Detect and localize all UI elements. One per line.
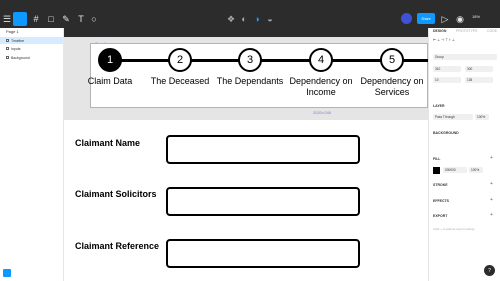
- frame-layer-icon: [6, 39, 9, 42]
- rectangle-layer-icon: [6, 56, 9, 59]
- claimant-reference-field[interactable]: [166, 239, 360, 268]
- claimant-solicitors-field[interactable]: [166, 187, 360, 216]
- h-field[interactable]: 135: [465, 77, 493, 83]
- group-field[interactable]: Group: [433, 54, 497, 60]
- export-hint: Click + to add an export setting: [433, 227, 475, 231]
- step-3-circle[interactable]: 3: [238, 48, 262, 72]
- view-icon[interactable]: ◉: [455, 11, 465, 27]
- opacity-field[interactable]: 100%: [475, 114, 489, 120]
- page-label[interactable]: Page 1: [6, 29, 19, 34]
- fill-opacity-field[interactable]: 100%: [469, 167, 483, 173]
- shape-icon[interactable]: □: [46, 11, 56, 27]
- add-effect-icon[interactable]: +: [490, 197, 493, 203]
- fill-icon[interactable]: ◑: [252, 11, 262, 27]
- frame-dimensions: 2020×248: [313, 110, 331, 115]
- layer-background[interactable]: Background: [0, 54, 64, 61]
- stroke-section-title: STROKE: [433, 183, 448, 187]
- frame-layer-icon: [6, 47, 9, 50]
- step-1-label: Claim Data: [87, 76, 133, 86]
- layer-section-title: LAYER: [433, 104, 445, 108]
- fill-section-title: FILL: [433, 157, 441, 161]
- step-1-circle[interactable]: 1: [98, 48, 122, 72]
- help-button[interactable]: ?: [484, 265, 495, 276]
- tab-prototype[interactable]: PROTOTYPE: [456, 29, 478, 33]
- assets-icon[interactable]: [3, 269, 11, 277]
- effects-section-title: EFFECTS: [433, 199, 449, 203]
- claimant-name-label: Claimant Name: [75, 138, 141, 148]
- pen-icon[interactable]: ✎: [61, 11, 71, 27]
- layer-label: Inputs: [11, 46, 21, 51]
- add-fill-icon[interactable]: +: [490, 155, 493, 161]
- step-4-circle[interactable]: 4: [309, 48, 333, 72]
- top-toolbar: ☰ # □ ✎ T ○ ❖ ◐ ◑ ◒ Share ▷ ◉ 18%: [0, 0, 500, 37]
- w-field[interactable]: 10: [433, 77, 461, 83]
- fill-color-swatch[interactable]: [433, 167, 440, 174]
- step-4-label: Dependency on Income: [289, 76, 353, 97]
- mask-icon[interactable]: ◐: [239, 11, 249, 27]
- text-icon[interactable]: T: [76, 11, 86, 27]
- zoom-level[interactable]: 18%: [472, 14, 480, 19]
- export-section-title: EXPORT: [433, 214, 448, 218]
- step-3-label: The Dependants: [216, 76, 284, 86]
- background-section-title: BACKGROUND: [433, 131, 459, 135]
- fill-hex-field[interactable]: 000000: [443, 167, 467, 173]
- menu-icon[interactable]: ☰: [3, 11, 11, 27]
- layers-panel: Page 1 Timeline Inputs Background: [0, 28, 64, 267]
- add-export-icon[interactable]: +: [490, 212, 493, 218]
- frame-icon[interactable]: #: [31, 11, 41, 27]
- x-field[interactable]: 310: [433, 66, 461, 72]
- tab-design[interactable]: DESIGN: [433, 29, 446, 33]
- claimant-solicitors-label: Claimant Solicitors: [75, 189, 157, 199]
- comment-icon[interactable]: ○: [89, 11, 99, 27]
- step-5-circle[interactable]: 5: [380, 48, 404, 72]
- share-button[interactable]: Share: [417, 13, 435, 24]
- boolean-icon[interactable]: ◒: [265, 11, 275, 27]
- claimant-name-field[interactable]: [166, 135, 360, 164]
- y-field[interactable]: 300: [465, 66, 493, 72]
- layer-label: Timeline: [11, 38, 25, 43]
- avatar[interactable]: [401, 13, 412, 24]
- blend-mode-select[interactable]: Pass Through: [433, 114, 473, 120]
- step-5-label: Dependency on Services: [360, 76, 424, 97]
- add-stroke-icon[interactable]: +: [490, 181, 493, 187]
- present-icon[interactable]: ▷: [440, 11, 450, 27]
- tab-code[interactable]: CODE: [487, 29, 497, 33]
- layer-timeline[interactable]: Timeline: [0, 37, 64, 44]
- align-row[interactable]: ⊢ ⊥ ⊣ ⊤ ⊦ ⊥: [433, 38, 455, 42]
- move-icon[interactable]: [13, 12, 27, 26]
- layer-inputs[interactable]: Inputs: [0, 45, 64, 52]
- step-2-label: The Deceased: [150, 76, 210, 86]
- component-icon[interactable]: ❖: [226, 11, 236, 27]
- claimant-reference-label: Claimant Reference: [75, 241, 160, 251]
- layer-label: Background: [11, 55, 30, 60]
- step-2-circle[interactable]: 2: [168, 48, 192, 72]
